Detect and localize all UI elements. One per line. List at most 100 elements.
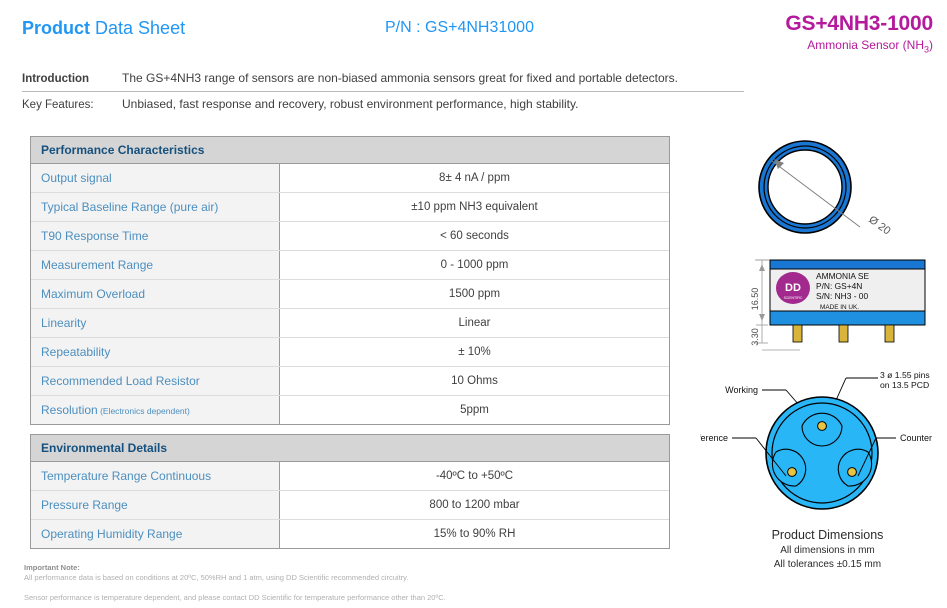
spec-key-text: Output signal bbox=[41, 171, 112, 185]
label-line-3: S/N: NH3 - 00 bbox=[816, 291, 868, 301]
introduction-text: The GS+4NH3 range of sensors are non-bia… bbox=[122, 71, 678, 85]
spec-value-cell: 800 to 1200 mbar bbox=[279, 490, 669, 520]
table-row: Output signal 8± 4 nA / ppm bbox=[31, 163, 669, 193]
dim-arrow-up bbox=[759, 264, 765, 271]
environment-table-body: Temperature Range Continuous -40ºC to +50… bbox=[31, 461, 669, 548]
pin-dimension-label: 3.30 bbox=[750, 328, 760, 346]
spec-key-cell: Maximum Overload bbox=[31, 279, 280, 309]
sensor-pins bbox=[792, 324, 895, 343]
pin-note-line-2: on 13.5 PCD bbox=[880, 380, 929, 390]
reference-label: Reference bbox=[700, 433, 728, 443]
page-title: Product Data Sheet bbox=[22, 18, 185, 39]
product-drawings: Ø 20 16.50 3.30 DD SCIENTIFIC AMMONIA SE… bbox=[686, 130, 947, 571]
spec-key-text: Linearity bbox=[41, 316, 87, 330]
pin-note-line-1: 3 ø 1.55 pins bbox=[880, 370, 930, 380]
sensor-top-circle bbox=[758, 140, 852, 234]
spec-key-cell: Recommended Load Resistor bbox=[31, 366, 280, 396]
dimensions-caption-title: Product Dimensions bbox=[771, 528, 884, 542]
introduction-row: Introduction The GS+4NH3 range of sensor… bbox=[22, 66, 744, 92]
table-row: Measurement Range 0 - 1000 ppm bbox=[31, 250, 669, 280]
height-dimension-label: 16.50 bbox=[750, 288, 760, 311]
spec-key-cell: Linearity bbox=[31, 308, 280, 338]
counter-label: Counter bbox=[900, 433, 932, 443]
spec-value-cell: ±10 ppm NH3 equivalent bbox=[279, 192, 669, 222]
table-row: Temperature Range Continuous -40ºC to +50… bbox=[31, 461, 669, 491]
key-features-label: Key Features: bbox=[22, 99, 94, 111]
label-line-1: AMMONIA SE bbox=[816, 271, 869, 281]
page-header: Product Data Sheet P/N : GS+4NH31000 GS+… bbox=[0, 10, 947, 56]
spec-value-cell: 0 - 1000 ppm bbox=[279, 250, 669, 280]
dd-logo-text: DD bbox=[785, 282, 801, 294]
introduction-section: Introduction The GS+4NH3 range of sensor… bbox=[22, 66, 744, 117]
spec-key-note: (Electronics dependent) bbox=[97, 406, 190, 416]
table-row: Operating Humidity Range 15% to 90% RH bbox=[31, 519, 669, 548]
spec-key-text: Measurement Range bbox=[41, 258, 154, 272]
model-subtitle-main: Ammonia Sensor (NH bbox=[807, 38, 924, 52]
spec-key-text: Recommended Load Resistor bbox=[41, 374, 200, 388]
footnote-title: Important Note: bbox=[24, 563, 80, 572]
working-label: Working bbox=[725, 385, 758, 395]
spec-value-cell: Linear bbox=[279, 308, 669, 338]
drawing-top-view: Ø 20 bbox=[700, 135, 947, 255]
spec-key-cell: Temperature Range Continuous bbox=[31, 461, 280, 491]
introduction-label: Introduction bbox=[22, 73, 90, 85]
spec-key-text: T90 Response Time bbox=[41, 229, 149, 243]
spec-key-text: Temperature Range Continuous bbox=[41, 469, 212, 483]
footnote-spacer bbox=[24, 584, 644, 593]
spec-key-cell: Operating Humidity Range bbox=[31, 519, 280, 548]
model-subtitle: Ammonia Sensor (NH3) bbox=[785, 38, 933, 54]
performance-table-body: Output signal 8± 4 nA / ppm Typical Baseli… bbox=[31, 163, 669, 424]
spec-value-cell: 1500 ppm bbox=[279, 279, 669, 309]
spec-key-cell: Pressure Range bbox=[31, 490, 280, 520]
table-row: Repeatability ± 10% bbox=[31, 337, 669, 367]
table-row: Resolution (Electronics dependent) 5ppm bbox=[31, 395, 669, 424]
table-row: T90 Response Time < 60 seconds bbox=[31, 221, 669, 251]
table-row: Typical Baseline Range (pure air) ±10 ppm… bbox=[31, 192, 669, 222]
table-row: Maximum Overload 1500 ppm bbox=[31, 279, 669, 309]
spec-key-cell: T90 Response Time bbox=[31, 221, 280, 251]
dd-logo-subtext: SCIENTIFIC bbox=[784, 296, 803, 300]
spec-value-cell: 5ppm bbox=[279, 395, 669, 424]
spec-key-cell: Repeatability bbox=[31, 337, 280, 367]
spec-key-cell: Measurement Range bbox=[31, 250, 280, 280]
footnotes: Important Note: All performance data is … bbox=[24, 563, 644, 604]
drawing-side-view: 16.50 3.30 DD SCIENTIFIC AMMONIA SE P/N:… bbox=[700, 255, 947, 368]
table-row: Recommended Load Resistor 10 Ohms bbox=[31, 366, 669, 396]
footnote-line-2: Sensor performance is temperature depend… bbox=[24, 592, 446, 602]
spec-value-cell: < 60 seconds bbox=[279, 221, 669, 251]
table-row: Linearity Linear bbox=[31, 308, 669, 338]
spec-key-cell: Output signal bbox=[31, 163, 280, 193]
spec-key-text: Typical Baseline Range (pure air) bbox=[41, 200, 219, 214]
spec-key-text: Operating Humidity Range bbox=[41, 527, 183, 541]
dimensions-caption: Product Dimensions All dimensions in mm … bbox=[720, 528, 935, 571]
environmental-details-table: Environmental Details Temperature Range … bbox=[30, 434, 670, 549]
label-line-2: P/N: GS+4N bbox=[816, 281, 862, 291]
model-name: GS+4NH3-1000 bbox=[785, 12, 933, 35]
dimensions-caption-line-1: All dimensions in mm bbox=[780, 545, 875, 556]
environment-table-heading: Environmental Details bbox=[31, 435, 669, 462]
table-header-row: Performance Characteristics bbox=[31, 137, 669, 164]
dim-arrow-down bbox=[759, 314, 765, 321]
page-title-bold: Product bbox=[22, 18, 91, 38]
dimensions-caption-line-2: All tolerances ±0.15 mm bbox=[773, 558, 882, 570]
dd-logo: DD SCIENTIFIC bbox=[776, 272, 810, 304]
diameter-label: Ø 20 bbox=[866, 214, 892, 238]
footnote-line-1: All performance data is based on conditi… bbox=[24, 573, 409, 582]
spec-value-cell: ± 10% bbox=[279, 337, 669, 367]
page-title-rest: Data Sheet bbox=[90, 18, 186, 38]
spec-value-cell: 8± 4 nA / ppm bbox=[279, 163, 669, 193]
spec-key-text: Maximum Overload bbox=[41, 287, 146, 301]
drawing-pin-layout: 3 ø 1.55 pins on 13.5 PCD Working erence… bbox=[686, 368, 947, 533]
spec-key-cell: Resolution (Electronics dependent) bbox=[31, 395, 280, 424]
spec-value-cell: 15% to 90% RH bbox=[279, 519, 669, 548]
spec-key-text: Pressure Range bbox=[41, 498, 128, 512]
model-subtitle-end: ) bbox=[929, 38, 933, 52]
spec-key-text: Resolution bbox=[41, 403, 98, 417]
performance-characteristics-table: Performance Characteristics Output signa… bbox=[30, 136, 670, 425]
label-line-4: MADE IN UK. bbox=[820, 304, 859, 311]
spec-key-text: Repeatability bbox=[41, 345, 111, 359]
table-header-row: Environmental Details bbox=[31, 435, 669, 462]
performance-table-heading: Performance Characteristics bbox=[31, 137, 669, 164]
brand-block: GS+4NH3-1000 Ammonia Sensor (NH3) bbox=[785, 12, 933, 54]
part-number-header: P/N : GS+4NH31000 bbox=[385, 19, 534, 36]
